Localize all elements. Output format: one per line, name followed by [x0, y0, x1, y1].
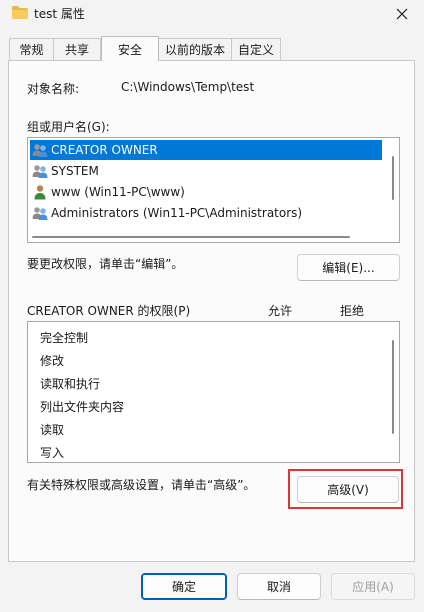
group-row-administrators[interactable]: Administrators (Win11-PC\Administrators)	[30, 203, 382, 223]
group-name: www (Win11-PC\www)	[51, 185, 185, 199]
group-row-www[interactable]: www (Win11-PC\www)	[30, 182, 382, 202]
tab-security[interactable]: 安全	[101, 36, 159, 61]
group-icon	[32, 207, 48, 220]
object-name-value: C:\Windows\Temp\test	[121, 80, 255, 94]
permission-read-execute: 读取和执行	[40, 377, 101, 391]
edit-button[interactable]: 编辑(E)...	[297, 254, 400, 281]
close-button[interactable]	[380, 0, 424, 28]
scroll-thumb[interactable]	[392, 340, 394, 434]
scroll-thumb[interactable]	[392, 156, 394, 200]
advanced-hint: 有关特殊权限或高级设置，请单击“高级”。	[27, 478, 256, 492]
group-row-creator-owner[interactable]: CREATOR OWNER	[30, 140, 382, 160]
tab-general[interactable]: 常规	[9, 38, 54, 60]
object-name-label: 对象名称:	[27, 82, 80, 96]
permission-read: 读取	[40, 423, 65, 437]
permission-full-control: 完全控制	[40, 331, 89, 345]
permissions-listbox[interactable]: 完全控制 修改 读取和执行 列出文件夹内容 读取 写入	[27, 321, 400, 463]
window-title: test 属性	[34, 7, 85, 21]
dialog-footer: 确定 取消 应用(A)	[0, 562, 424, 612]
group-row-system[interactable]: SYSTEM	[30, 161, 382, 181]
deny-column-header: 拒绝	[340, 304, 365, 318]
user-icon	[34, 185, 46, 200]
advanced-button[interactable]: 高级(V)	[297, 476, 399, 503]
security-panel: 对象名称: C:\Windows\Temp\test 组或用户名(G): CRE…	[8, 60, 415, 562]
close-icon	[396, 8, 408, 20]
cancel-button[interactable]: 取消	[237, 573, 321, 600]
permissions-vertical-scrollbar[interactable]	[388, 324, 398, 460]
ok-button[interactable]: 确定	[141, 573, 227, 600]
permissions-title: CREATOR OWNER 的权限(P)	[27, 304, 191, 318]
tab-sharing[interactable]: 共享	[53, 38, 101, 60]
title-bar: test 属性	[0, 0, 424, 28]
folder-icon	[12, 6, 28, 19]
group-name: Administrators (Win11-PC\Administrators)	[51, 206, 303, 220]
apply-button[interactable]: 应用(A)	[331, 573, 415, 600]
group-name: SYSTEM	[51, 164, 99, 178]
group-name: CREATOR OWNER	[51, 143, 158, 157]
permission-write: 写入	[40, 446, 65, 460]
permission-list-folder: 列出文件夹内容	[40, 400, 125, 414]
groups-vertical-scrollbar[interactable]	[388, 140, 398, 224]
groups-horizontal-scrollbar[interactable]	[32, 236, 350, 238]
allow-column-header: 允许	[268, 304, 293, 318]
groups-listbox[interactable]: CREATOR OWNER SYSTEM www (Win11-PC\www) …	[27, 137, 400, 243]
group-icon	[32, 144, 48, 157]
permission-modify: 修改	[40, 354, 65, 368]
group-icon	[32, 165, 48, 178]
groups-label: 组或用户名(G):	[27, 120, 110, 134]
edit-hint: 要更改权限，请单击“编辑”。	[27, 257, 184, 271]
tab-customize[interactable]: 自定义	[231, 38, 281, 60]
tab-previous-versions[interactable]: 以前的版本	[158, 38, 232, 60]
